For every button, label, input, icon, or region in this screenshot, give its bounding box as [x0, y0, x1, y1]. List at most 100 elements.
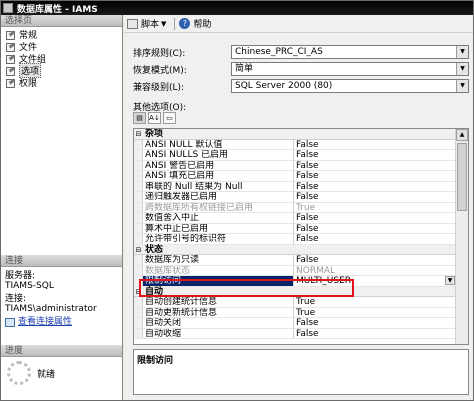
collation-select[interactable]: Chinese_PRC_CI_AS ▼	[231, 45, 469, 59]
scroll-up-icon[interactable]: ▲	[456, 129, 468, 141]
property-value[interactable]: True	[294, 308, 456, 318]
property-value[interactable]: False	[294, 329, 456, 339]
row-gutter	[134, 139, 143, 149]
database-icon	[3, 3, 13, 13]
row-gutter	[134, 255, 143, 265]
recovery-model-select[interactable]: 简单 ▼	[231, 62, 469, 76]
property-value[interactable]: False	[294, 192, 456, 202]
property-row[interactable]: 算术中止已启用 False	[134, 223, 456, 234]
property-name: 跨数据库所有权链接已启用	[143, 202, 294, 212]
connection-properties-icon	[5, 317, 15, 327]
property-value-text: True	[296, 202, 316, 213]
property-row[interactable]: 允许带引号的标识符 False	[134, 234, 456, 245]
chevron-down-icon: ▼	[456, 46, 468, 58]
property-value[interactable]: False	[294, 224, 456, 234]
property-row[interactable]: 自动更新统计信息 True	[134, 307, 456, 318]
property-value-text: False	[296, 150, 319, 160]
property-row[interactable]: 自动关闭 False	[134, 318, 456, 329]
categorized-icon[interactable]: ▤	[133, 112, 146, 124]
compat-label: 兼容级别(L):	[133, 82, 185, 93]
property-value[interactable]: False	[294, 150, 456, 160]
property-value[interactable]: True	[294, 297, 456, 307]
help-button[interactable]: ? 帮助	[179, 17, 211, 30]
collation-row: 排序规则(C): Chinese_PRC_CI_AS ▼	[133, 45, 469, 59]
collapse-icon[interactable]: ⊟	[134, 129, 143, 139]
progress-area: 就绪	[7, 361, 55, 385]
vertical-scrollbar[interactable]: ▲	[455, 129, 468, 344]
property-row[interactable]: 自动创建统计信息 True	[134, 297, 456, 308]
chevron-down-icon[interactable]: ▼	[445, 276, 455, 285]
property-name: 数据库为只读	[143, 255, 294, 265]
chevron-down-icon: ▼	[161, 19, 167, 28]
row-gutter	[134, 202, 143, 212]
page-icon	[5, 78, 15, 88]
recovery-value: 简单	[235, 64, 254, 74]
server-value: TIAMS-SQL	[5, 281, 54, 291]
title-bar: 数据库属性 - IAMS	[1, 1, 473, 15]
collation-value: Chinese_PRC_CI_AS	[235, 47, 323, 57]
property-value[interactable]: False	[294, 255, 456, 265]
property-value-text: False	[296, 160, 319, 171]
property-row[interactable]: 跨数据库所有权链接已启用 True	[134, 202, 456, 213]
property-row[interactable]: ANSI 填充已启用 False	[134, 171, 456, 182]
main-pane: 脚本 ▼ ? 帮助 排序规则(C): Chinese_PRC_CI_AS ▼ 恢…	[124, 15, 473, 400]
property-name: ANSI NULL 默认值	[143, 139, 294, 149]
help-icon: ?	[179, 18, 191, 29]
script-button[interactable]: 脚本 ▼	[127, 17, 166, 30]
left-pane: 选择页 常规 文件 文件组 选项 权限 连接 服务器: TIAMS-SQL 连接…	[1, 15, 123, 400]
page-icon	[5, 30, 15, 40]
collation-label: 排序规则(C):	[133, 48, 186, 59]
view-connection-properties-link[interactable]: 查看连接属性	[18, 317, 72, 327]
property-row[interactable]: 串联的 Null 结果为 Null False	[134, 181, 456, 192]
view-connection-row: 查看连接属性	[5, 317, 119, 327]
property-row[interactable]: ANSI 警告已启用 False	[134, 160, 456, 171]
property-value[interactable]: False	[294, 213, 456, 223]
row-gutter	[134, 171, 143, 181]
property-value[interactable]: True	[294, 203, 456, 213]
page-item-general[interactable]: 常规	[1, 28, 122, 41]
property-value[interactable]: False	[294, 161, 456, 171]
property-value-text: True	[296, 307, 316, 318]
row-gutter	[134, 192, 143, 202]
property-row[interactable]: 递归触发器已启用 False	[134, 192, 456, 203]
property-value[interactable]: False	[294, 140, 456, 150]
category-row[interactable]: ⊟ 状态	[134, 244, 456, 255]
property-row[interactable]: 数值舍入中止 False	[134, 213, 456, 224]
page-item-options[interactable]: 选项	[1, 62, 122, 78]
scroll-thumb[interactable]	[457, 143, 467, 211]
property-row[interactable]: ANSI NULL 默认值 False	[134, 139, 456, 150]
property-value[interactable]: False	[294, 182, 456, 192]
description-panel: 限制访问	[133, 349, 469, 395]
script-label: 脚本	[141, 20, 160, 30]
connection-value: TIAMS\administrator	[5, 304, 97, 314]
category-row[interactable]: ⊟ 杂项	[134, 129, 456, 140]
page-item-permissions[interactable]: 权限	[1, 76, 122, 89]
row-gutter	[134, 297, 143, 307]
property-value[interactable]: False	[294, 171, 456, 181]
property-name: ANSI 警告已启用	[143, 160, 294, 170]
highlight-box	[139, 279, 354, 297]
toolbar-separator	[174, 17, 176, 30]
property-row[interactable]: 数据库状态 NORMAL	[134, 265, 456, 276]
property-pages-icon[interactable]: ▭	[163, 112, 176, 124]
database-properties-window: 数据库属性 - IAMS 选择页 常规 文件 文件组 选项 权限 连接 服务器:…	[0, 0, 474, 401]
property-value[interactable]: False	[294, 318, 456, 328]
property-value[interactable]: False	[294, 234, 456, 244]
property-value-text: False	[296, 223, 319, 234]
property-row[interactable]: 自动收缩 False	[134, 328, 456, 339]
alphabetical-sort-icon[interactable]: A↓	[148, 112, 161, 124]
property-value-text: False	[296, 181, 319, 192]
property-row[interactable]: 数据库为只读 False	[134, 255, 456, 266]
page-item-files[interactable]: 文件	[1, 40, 122, 53]
collapse-icon[interactable]: ⊟	[134, 245, 143, 255]
description-title: 限制访问	[137, 356, 174, 366]
property-value[interactable]: NORMAL	[294, 266, 456, 276]
property-name: 算术中止已启用	[143, 223, 294, 233]
progress-status: 就绪	[37, 369, 56, 380]
property-row[interactable]: ANSI NULLS 已启用 False	[134, 150, 456, 161]
property-value-text: False	[296, 318, 319, 328]
compatibility-level-select[interactable]: SQL Server 2000 (80) ▼	[231, 79, 469, 93]
property-name: 自动更新统计信息	[143, 307, 294, 317]
category-label: 状态	[145, 244, 164, 255]
compat-row: 兼容级别(L): SQL Server 2000 (80) ▼	[133, 79, 469, 93]
